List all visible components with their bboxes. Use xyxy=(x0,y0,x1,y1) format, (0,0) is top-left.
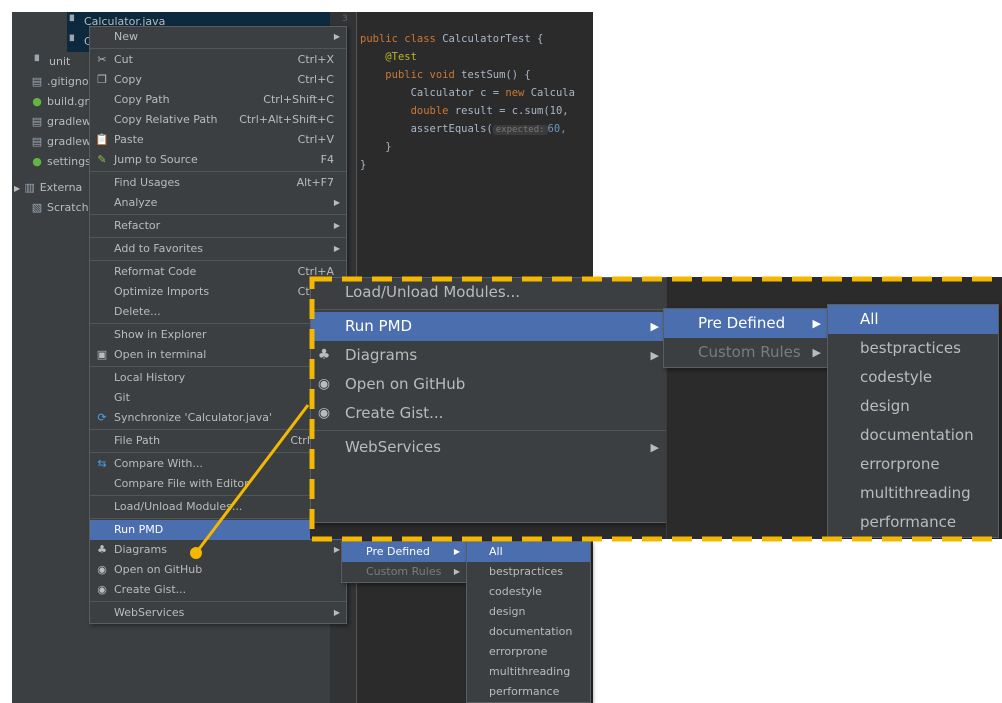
callout-border xyxy=(309,276,1002,542)
callout-dashed-frame xyxy=(309,276,1002,542)
